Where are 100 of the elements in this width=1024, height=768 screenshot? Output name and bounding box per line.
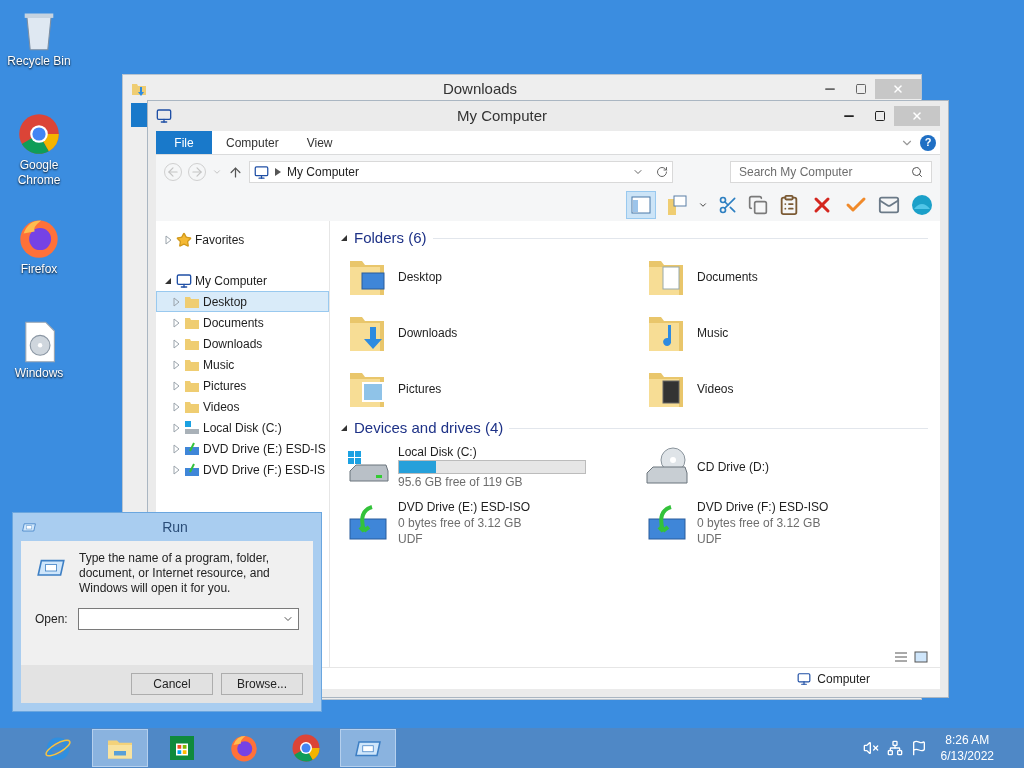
flag-icon[interactable] <box>910 740 927 756</box>
tree-item[interactable]: Favorites <box>156 229 329 250</box>
folder-tile[interactable]: Music <box>639 305 928 361</box>
firefox-logo-icon <box>229 733 259 763</box>
address-bar[interactable]: My Computer <box>249 161 673 183</box>
preview-pane-button[interactable] <box>626 191 656 219</box>
folder-tile[interactable]: Pictures <box>340 361 629 417</box>
tree-item[interactable]: Downloads <box>156 333 329 354</box>
expand-arrow-icon[interactable] <box>171 401 181 412</box>
ribbon-tab[interactable]: Computer <box>212 131 293 154</box>
tree-item[interactable]: DVD Drive (E:) ESD-IS <box>156 438 329 459</box>
free-space-text: 0 bytes free of 3.12 GB <box>697 515 822 531</box>
group-collapse-icon[interactable] <box>340 234 348 242</box>
free-space-text: 95.6 GB free of 119 GB <box>398 474 524 490</box>
search-field[interactable]: Search My Computer <box>730 161 932 183</box>
tree-item-label: Favorites <box>195 231 245 249</box>
expand-arrow-icon[interactable] <box>171 338 181 349</box>
folder-tile[interactable]: Desktop <box>340 249 629 305</box>
dropdown-icon[interactable] <box>698 200 708 210</box>
tree-item-label: Desktop <box>203 293 248 311</box>
chrome-logo-icon <box>17 112 61 156</box>
tree-item-label: Videos <box>203 398 240 416</box>
expand-arrow-icon[interactable] <box>171 296 181 307</box>
folder-tile[interactable]: Documents <box>639 249 928 305</box>
large-icons-view-icon[interactable] <box>914 651 928 663</box>
folder-tile[interactable]: Videos <box>639 361 928 417</box>
tree-item-label: DVD Drive (F:) ESD-IS <box>203 461 325 479</box>
close-icon[interactable] <box>892 83 904 95</box>
clock[interactable]: 8:26 AM 6/13/2022 <box>940 732 994 764</box>
speaker-muted-icon[interactable] <box>862 740 879 756</box>
tree-item[interactable]: Local Disk (C:) <box>156 417 329 438</box>
file-system-text: UDF <box>697 531 723 547</box>
tree-item[interactable]: Pictures <box>156 375 329 396</box>
folder-properties-icon[interactable] <box>666 194 688 216</box>
address-path: My Computer <box>287 164 361 181</box>
search-input[interactable]: Search My Computer <box>739 163 911 181</box>
refresh-icon[interactable] <box>656 166 668 178</box>
recent-locations-icon[interactable] <box>212 167 222 177</box>
globe-shell-icon[interactable] <box>910 193 934 217</box>
close-icon[interactable] <box>911 110 923 122</box>
open-combobox[interactable] <box>77 608 299 630</box>
item-name: CD Drive (D:) <box>697 459 769 475</box>
expand-arrow-icon[interactable] <box>171 422 181 433</box>
tree-item-label: Documents <box>203 314 264 332</box>
expand-arrow-icon[interactable] <box>171 317 181 328</box>
tree-item-label: Local Disk (C:) <box>203 419 282 437</box>
tree-item[interactable]: DVD Drive (F:) ESD-IS <box>156 459 329 480</box>
dvd-drive-icon <box>184 440 200 457</box>
item-name: Local Disk (C:) <box>398 444 478 460</box>
copy-icon[interactable] <box>748 195 768 215</box>
tree-item[interactable]: Documents <box>156 312 329 333</box>
expand-arrow-icon[interactable] <box>171 380 181 391</box>
expand-arrow-icon[interactable] <box>163 234 173 245</box>
tree-item[interactable]: My Computer <box>156 270 329 291</box>
help-button[interactable]: ? <box>920 134 936 151</box>
cut-icon[interactable] <box>718 195 738 215</box>
ribbon-tab[interactable]: View <box>292 131 347 154</box>
computer-icon <box>176 272 192 289</box>
network-icon[interactable] <box>886 740 903 756</box>
expand-arrow-icon[interactable] <box>171 359 181 370</box>
item-name: Music <box>697 325 729 341</box>
chrome-logo-icon <box>291 733 321 763</box>
status-location: Computer <box>817 670 870 688</box>
tree-item[interactable]: Videos <box>156 396 329 417</box>
drive-tile[interactable]: Local Disk (C:) 95.6 GB free of 119 GB <box>340 439 629 495</box>
drive-tile[interactable]: CD Drive (D:) <box>639 439 928 495</box>
tree-item-label: Downloads <box>203 335 263 353</box>
window-title: Downloads <box>441 78 519 99</box>
desktop-shortcut-label: Windows <box>13 366 65 381</box>
maximize-icon[interactable] <box>874 110 886 122</box>
hard-drive-icon <box>184 419 200 436</box>
dialog-button[interactable]: Browse... <box>221 673 303 695</box>
folder-tile[interactable]: Downloads <box>340 305 629 361</box>
dvd-drive-icon <box>184 461 200 478</box>
drive-tile[interactable]: DVD Drive (E:) ESD-ISO 0 bytes free of 3.12 GB UDF <box>340 495 629 551</box>
dialog-button[interactable]: Cancel <box>131 673 213 695</box>
taskbar-button[interactable] <box>92 729 148 767</box>
ribbon-tab[interactable]: File <box>156 131 212 154</box>
computer-icon <box>797 671 812 686</box>
item-name: DVD Drive (F:) ESD-ISO <box>697 499 829 515</box>
drive-tile[interactable]: DVD Drive (F:) ESD-ISO 0 bytes free of 3.12 GB UDF <box>639 495 928 551</box>
paste-icon[interactable] <box>778 194 800 216</box>
expand-arrow-icon[interactable] <box>171 464 181 475</box>
expand-arrow-icon[interactable] <box>171 443 181 454</box>
breadcrumb-separator-icon[interactable] <box>275 168 281 176</box>
details-view-icon[interactable] <box>894 651 908 663</box>
group-collapse-icon[interactable] <box>340 424 348 432</box>
pane-layout-icon <box>631 196 651 214</box>
desktop-shortcut-label: Google Chrome <box>16 158 62 188</box>
up-icon[interactable] <box>228 164 243 180</box>
search-icon[interactable] <box>911 166 923 178</box>
item-name: DVD Drive (E:) ESD-ISO <box>398 499 530 515</box>
tree-item-label: Music <box>203 356 235 374</box>
tree-item[interactable]: Music <box>156 354 329 375</box>
taskbar-button[interactable] <box>340 729 396 767</box>
envelope-icon[interactable] <box>878 194 900 216</box>
store-bag-icon <box>167 733 197 763</box>
group-header: Devices and drives (4) <box>354 417 504 438</box>
tree-item[interactable]: Desktop <box>156 291 329 312</box>
item-name: Pictures <box>398 381 442 397</box>
